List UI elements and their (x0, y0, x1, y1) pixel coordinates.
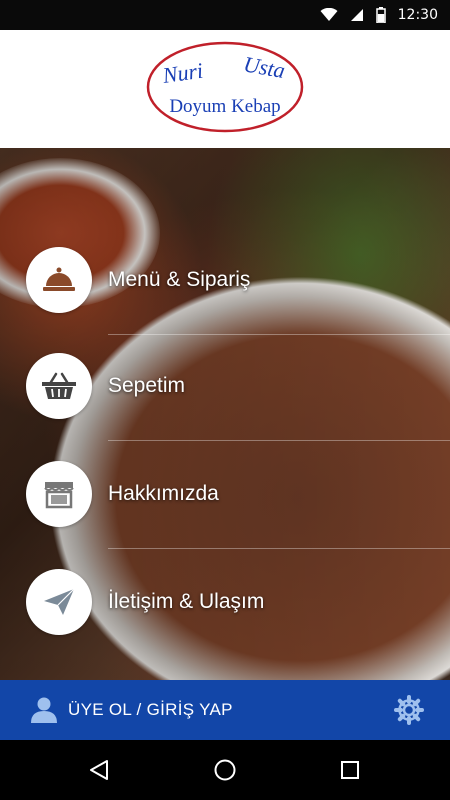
menu-item-order[interactable]: Menü & Sipariş (0, 226, 450, 334)
hero-background: Menü & Sipariş Sepetim Hakkımızda İletiş… (0, 148, 450, 680)
wifi-icon (320, 8, 338, 21)
settings-button[interactable] (392, 693, 426, 727)
user-icon (31, 697, 57, 723)
menu-icon-circle (26, 353, 92, 419)
status-time: 12:30 (397, 7, 438, 23)
logo-text-doyum-kebap: Doyum Kebap (169, 96, 280, 117)
menu-icon-circle (26, 461, 92, 527)
menu-item-label: Sepetim (108, 374, 186, 397)
menu-icon-circle (26, 247, 92, 313)
logo-text-nuri: Nuri (160, 58, 204, 89)
back-icon (90, 760, 108, 780)
login-register-button[interactable]: ÜYE OL / GİRİŞ YAP (30, 680, 233, 740)
menu-item-about[interactable]: Hakkımızda (0, 440, 450, 548)
nav-recents-button[interactable] (335, 755, 365, 785)
signal-icon (350, 9, 363, 21)
menu-item-label: Hakkımızda (108, 482, 219, 505)
menu-item-label: İletişim & Ulaşım (108, 590, 265, 613)
system-navbar (0, 740, 450, 800)
basket-icon (42, 372, 76, 399)
status-bar: 12:30 (0, 0, 450, 30)
cloche-icon (43, 267, 75, 291)
nav-home-button[interactable] (210, 755, 240, 785)
status-icons: 12:30 (320, 0, 438, 30)
storefront-icon (44, 482, 74, 509)
menu-icon-circle (26, 569, 92, 635)
header: Nuri Usta Doyum Kebap (0, 30, 450, 148)
brand-logo: Nuri Usta Doyum Kebap (146, 41, 304, 133)
menu-item-contact[interactable]: İletişim & Ulaşım (0, 548, 450, 656)
nav-back-button[interactable] (84, 755, 114, 785)
menu-item-cart[interactable]: Sepetim (0, 332, 450, 440)
menu-item-label: Menü & Sipariş (108, 268, 251, 291)
battery-icon (375, 7, 386, 23)
bottom-bar: ÜYE OL / GİRİŞ YAP (0, 680, 450, 740)
paper-plane-icon (44, 588, 75, 615)
recents-icon (341, 761, 359, 779)
login-register-label: ÜYE OL / GİRİŞ YAP (68, 700, 233, 719)
gear-icon (394, 695, 424, 725)
home-icon (214, 759, 236, 781)
